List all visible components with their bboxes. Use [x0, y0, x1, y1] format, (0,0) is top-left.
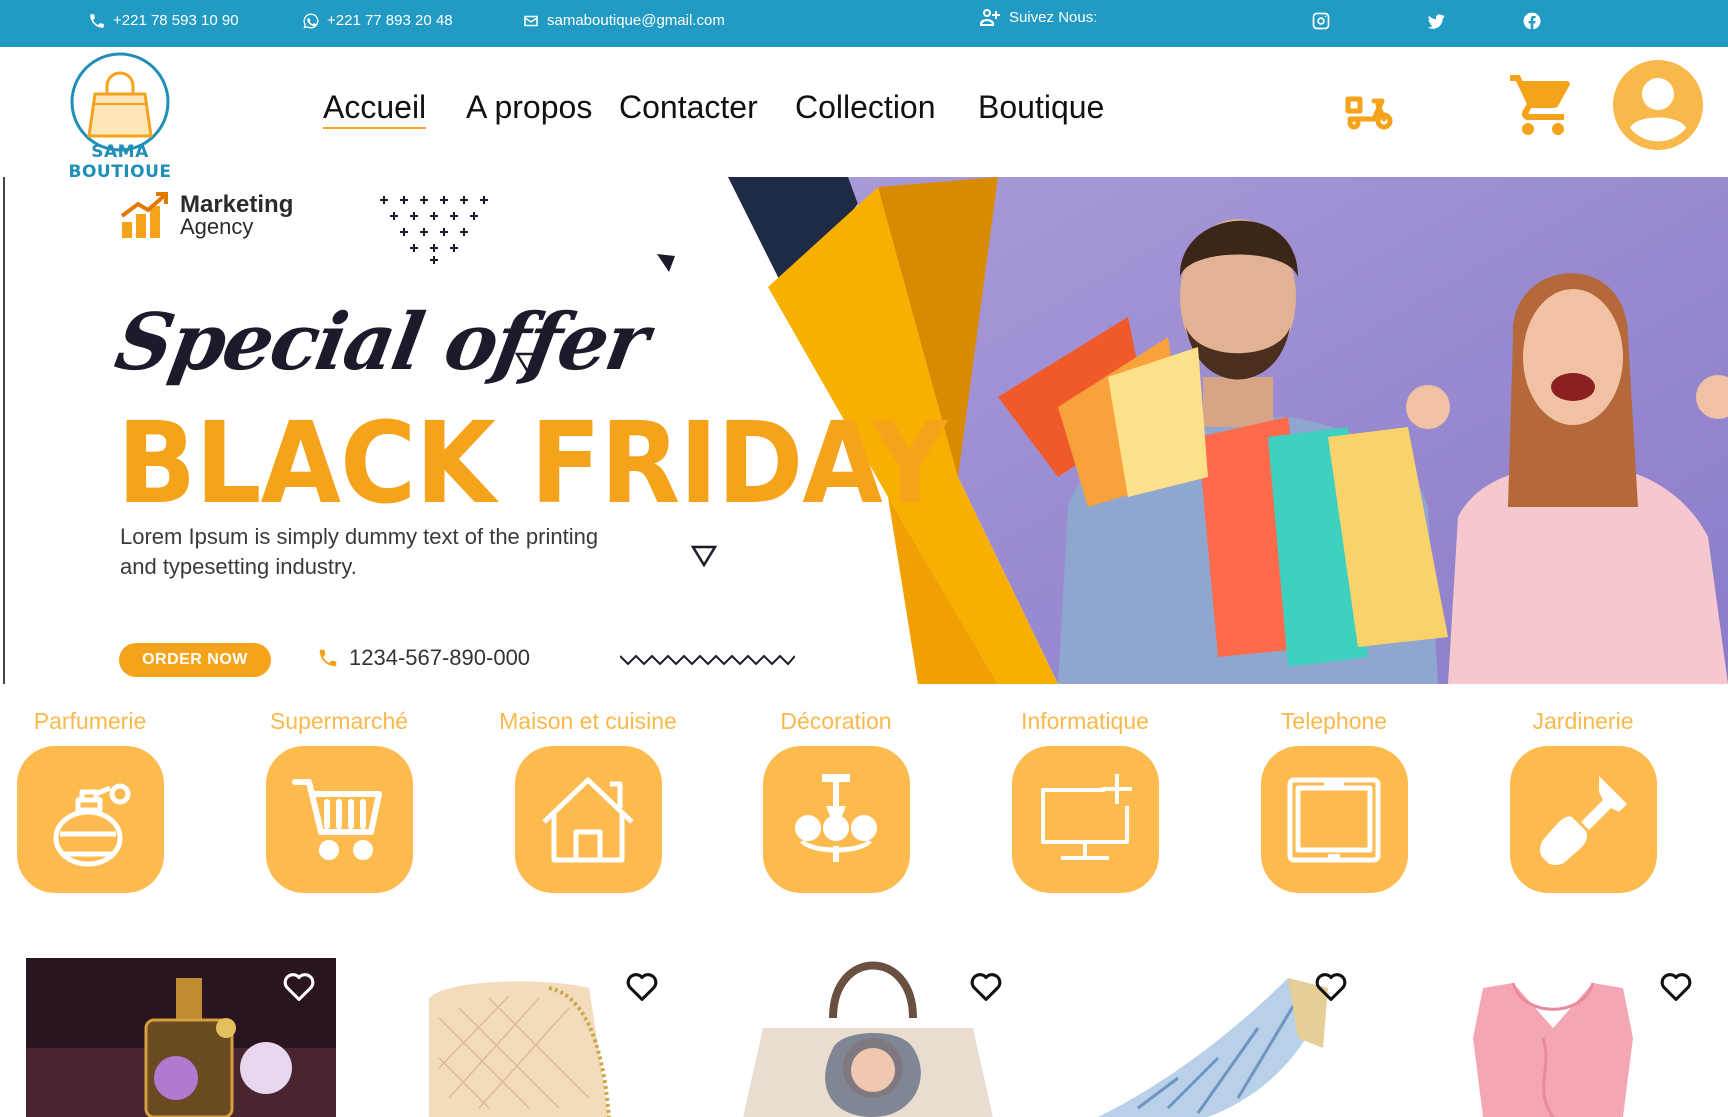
zigzag-decoration — [620, 654, 795, 666]
topbar-phone[interactable]: +221 78 593 10 90 — [88, 0, 239, 41]
twitter-link[interactable] — [1426, 0, 1446, 41]
product-card-perfume[interactable] — [26, 958, 336, 1117]
computer-icon — [1041, 773, 1132, 860]
hero-banner[interactable]: Marketing Agency Special offer BLACK FRI… — [3, 177, 1728, 684]
category-jardinerie[interactable]: Jardinerie — [1483, 706, 1683, 893]
category-label: Jardinerie — [1532, 708, 1634, 734]
category-label: Parfumerie — [33, 708, 147, 734]
heart-icon[interactable] — [1659, 970, 1693, 1002]
account-button[interactable] — [1613, 60, 1703, 155]
nav-a-propos[interactable]: A propos — [466, 89, 592, 126]
triangle-decoration — [657, 254, 675, 272]
brand-name: Marketing — [180, 191, 294, 218]
facebook-link[interactable] — [1522, 0, 1542, 41]
nav-accueil[interactable]: Accueil — [323, 89, 427, 129]
black-friday-headline: BLACK FRIDAY — [117, 397, 947, 529]
category-label: Supermarché — [269, 708, 409, 734]
facebook-icon — [1523, 12, 1541, 29]
product-card-quilted-handbag[interactable] — [369, 958, 679, 1117]
plus-pattern-decoration — [380, 196, 488, 264]
category-label: Décoration — [780, 708, 892, 734]
category-telephone[interactable]: Telephone — [1234, 706, 1434, 893]
banner-phone-text: 1234-567-890-000 — [349, 645, 531, 670]
growth-chart-icon — [120, 192, 168, 238]
heart-icon[interactable] — [969, 970, 1003, 1002]
phone-icon — [319, 649, 337, 667]
category-tile[interactable] — [16, 746, 164, 893]
follow-us-label: Suivez Nous: — [1009, 9, 1098, 26]
tablet-icon — [1287, 777, 1381, 862]
site-header: SAMA BOUTIQUE Accueil A propos Contacter… — [0, 47, 1728, 182]
delivery-button[interactable] — [1344, 87, 1394, 136]
topbar-whatsapp[interactable]: +221 77 893 20 48 — [302, 0, 453, 41]
users-add-icon — [980, 8, 1000, 26]
chandelier-icon — [795, 773, 877, 862]
logo-text: SAMA BOUTIQUE — [68, 142, 172, 182]
delivery-scooter-icon — [1345, 96, 1393, 130]
category-label: Maison et cuisine — [499, 708, 677, 734]
banner-body-text: Lorem Ipsum is simply dummy text of the … — [120, 524, 599, 579]
order-now-button[interactable]: ORDER NOW — [119, 643, 271, 677]
category-maison-cuisine[interactable]: Maison et cuisine — [488, 706, 688, 893]
shopping-bag-logo-icon — [70, 52, 170, 152]
category-parfumerie[interactable]: Parfumerie — [0, 706, 190, 893]
nav-contacter[interactable]: Contacter — [619, 89, 758, 126]
twitter-icon — [1427, 13, 1445, 29]
brand-sub: Agency — [180, 214, 254, 239]
category-tile[interactable] — [1011, 746, 1159, 893]
product-card-pink-blouse[interactable] — [1403, 958, 1713, 1117]
perfume-icon — [53, 783, 131, 866]
triangle-outline-decoration — [691, 545, 717, 567]
top-contact-bar: +221 78 593 10 90 +221 77 893 20 48 sama… — [0, 0, 1728, 47]
house-icon — [542, 777, 634, 862]
category-label: Informatique — [1021, 708, 1149, 734]
whatsapp-icon — [303, 13, 319, 28]
user-account-icon — [1613, 60, 1703, 150]
category-label: Telephone — [1280, 708, 1388, 734]
category-tile[interactable] — [265, 746, 413, 893]
follow-us: Suivez Nous: — [978, 0, 1097, 38]
brand-mark: Marketing Agency — [120, 192, 293, 240]
heart-icon[interactable] — [625, 970, 659, 1002]
phone-icon — [90, 13, 104, 28]
category-tile[interactable] — [514, 746, 662, 893]
category-tile[interactable] — [762, 746, 910, 893]
special-offer-script: Special offer — [108, 297, 654, 388]
nav-collection[interactable]: Collection — [795, 89, 936, 126]
cart-button[interactable] — [1506, 69, 1580, 146]
category-tile[interactable] — [1509, 746, 1657, 893]
mail-icon — [524, 15, 538, 26]
category-tile[interactable] — [1260, 746, 1408, 893]
topbar-email[interactable]: samaboutique@gmail.com — [522, 0, 725, 41]
heart-icon[interactable] — [282, 970, 316, 1002]
category-decoration[interactable]: Décoration — [736, 706, 936, 893]
product-card-striped-shoe[interactable] — [1058, 958, 1368, 1117]
site-logo[interactable]: SAMA BOUTIQUE — [40, 52, 200, 182]
shovel-icon — [1540, 775, 1627, 865]
heart-icon[interactable] — [1314, 970, 1348, 1002]
product-card-printed-tote[interactable] — [713, 958, 1023, 1117]
cart-icon — [292, 778, 382, 860]
topbar-phone-text: +221 78 593 10 90 — [113, 12, 239, 29]
instagram-icon — [1312, 12, 1330, 29]
topbar-email-text: samaboutique@gmail.com — [547, 12, 725, 29]
nav-boutique[interactable]: Boutique — [978, 89, 1104, 126]
instagram-link[interactable] — [1311, 0, 1331, 41]
topbar-whatsapp-text: +221 77 893 20 48 — [327, 12, 453, 29]
cart-icon — [1510, 75, 1570, 135]
category-informatique[interactable]: Informatique — [985, 706, 1185, 893]
category-supermarche[interactable]: Supermarché — [239, 706, 439, 893]
banner-phone: 1234-567-890-000 — [317, 645, 530, 671]
